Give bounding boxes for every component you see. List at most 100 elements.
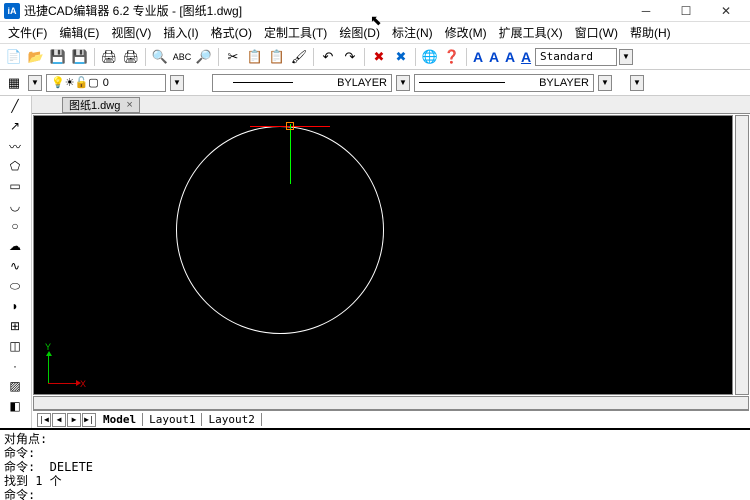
textstyle-combo[interactable]: Standard [535,48,617,66]
lineweight-label: BYLAYER [539,77,589,89]
copy-icon[interactable]: 📋 [245,47,265,67]
line-tool-icon[interactable]: ╱ [0,96,30,116]
linetype-preview [233,82,293,83]
help-icon[interactable]: ❓ [442,47,462,67]
app-icon: iA [4,3,20,19]
maximize-button[interactable]: ☐ [666,1,706,21]
tab-first-icon[interactable]: |◀ [37,413,51,427]
mouse-cursor: ⬉ [370,12,382,29]
menu-file[interactable]: 文件(F) [2,22,53,43]
preview-icon[interactable]: 🖨 [121,47,141,67]
save-icon[interactable]: 💾 [48,47,68,67]
hatch-tool-icon[interactable]: ▨ [0,376,30,396]
file-tab[interactable]: 图纸1.dwg × [62,97,140,113]
command-line[interactable]: 对角点: 命令: 命令: DELETE 找到 1 个 命令: [0,428,750,500]
cut-icon[interactable]: ✂ [223,47,243,67]
ellipse-tool-icon[interactable]: ⬭ [0,276,30,296]
crosshair-y [290,124,291,184]
tab-prev-icon[interactable]: ◀ [52,413,66,427]
tab-next-icon[interactable]: ▶ [67,413,81,427]
open-icon[interactable]: 📂 [26,47,46,67]
minimize-button[interactable]: ─ [626,1,666,21]
toolbar-layers: ▦ ▼ 💡 ☀ 🔓 ▢ 0 ▼ BYLAYER ▼ BYLAYER ▼ ▼ [0,70,750,96]
polyline-tool-icon[interactable]: 〰 [0,136,30,156]
linetype-combo[interactable]: BYLAYER [212,74,392,92]
crosshair-pickbox [286,122,294,130]
layer-combo[interactable]: 💡 ☀ 🔓 ▢ 0 [46,74,166,92]
menu-extensions[interactable]: 扩展工具(X) [493,22,569,43]
cmd-l1: 对角点: [4,432,47,446]
layerprop-icon[interactable]: ▦ [4,73,24,93]
text-a2-icon[interactable]: A [487,49,501,65]
scrollbar-horizontal[interactable] [33,396,749,410]
linetype-label: BYLAYER [337,77,387,89]
menu-dimension[interactable]: 标注(N) [386,22,439,43]
zoom-icon[interactable]: 🔍 [150,47,170,67]
menu-format[interactable]: 格式(O) [205,22,258,43]
drawn-circle [176,126,384,334]
lineweight-preview [419,82,505,83]
textstyle-dropdown-icon[interactable]: ▼ [619,49,633,65]
file-tab-close-icon[interactable]: × [126,99,132,111]
tab-layout1[interactable]: Layout1 [143,413,202,426]
layer-dropdown-icon[interactable]: ▼ [170,75,184,91]
cmd-l2: 命令: [4,446,35,460]
workarea: ╱ ↗ 〰 ⬠ ▭ ◡ ○ ☁ ∿ ⬭ ◗ ⊞ ◫ · ▨ ◧ 图纸1.dwg … [0,96,750,428]
text-a4-icon[interactable]: A [519,49,533,65]
layerprop-dropdown-icon[interactable]: ▼ [28,75,42,91]
insert-tool-icon[interactable]: ⊞ [0,316,30,336]
erase-icon[interactable]: ✖ [369,47,389,67]
plot-icon: ▢ [88,76,98,89]
menu-insert[interactable]: 插入(I) [157,22,204,43]
region-tool-icon[interactable]: ◧ [0,396,30,416]
browser-icon[interactable]: 🌐 [420,47,440,67]
matchprop-icon[interactable]: 🖌 [289,47,309,67]
print-icon[interactable]: 🖨 [99,47,119,67]
menu-modify[interactable]: 修改(M) [439,22,493,43]
undo-icon[interactable]: ↶ [318,47,338,67]
layout-tabs: |◀ ◀ ▶ ▶| Model Layout1 Layout2 [33,410,749,428]
oops-icon[interactable]: ✖ [391,47,411,67]
tab-layout2[interactable]: Layout2 [202,413,261,426]
scrollbar-vertical[interactable] [735,115,749,395]
paste-icon[interactable]: 📋 [267,47,287,67]
spline-tool-icon[interactable]: ∿ [0,256,30,276]
linetype-dropdown-icon[interactable]: ▼ [396,75,410,91]
new-icon[interactable]: 📄 [4,47,24,67]
saveall-icon[interactable]: 💾 [70,47,90,67]
menu-tools[interactable]: 定制工具(T) [258,22,333,43]
arc-tool-icon[interactable]: ◡ [0,196,30,216]
point-tool-icon[interactable]: · [0,356,30,376]
tab-model[interactable]: Model [97,413,143,426]
polygon-tool-icon[interactable]: ⬠ [0,156,30,176]
extra-dropdown-icon[interactable]: ▼ [630,75,644,91]
draw-toolbar: ╱ ↗ 〰 ⬠ ▭ ◡ ○ ☁ ∿ ⬭ ◗ ⊞ ◫ · ▨ ◧ [0,96,32,428]
circle-tool-icon[interactable]: ○ [0,216,30,236]
tab-last-icon[interactable]: ▶| [82,413,96,427]
text-a1-icon[interactable]: A [471,49,485,65]
xline-tool-icon[interactable]: ↗ [0,116,30,136]
close-button[interactable]: ✕ [706,1,746,21]
cmd-l4: 找到 1 个 [4,474,62,488]
window-title: 迅捷CAD编辑器 6.2 专业版 - [图纸1.dwg] [24,2,626,19]
menu-help[interactable]: 帮助(H) [624,22,677,43]
file-tabstrip: 图纸1.dwg × [32,96,750,114]
menu-view[interactable]: 视图(V) [105,22,157,43]
lineweight-dropdown-icon[interactable]: ▼ [598,75,612,91]
drawing-canvas[interactable]: Y X [33,115,733,395]
text-a3-icon[interactable]: A [503,49,517,65]
redo-icon[interactable]: ↷ [340,47,360,67]
canvas-wrap: 图纸1.dwg × Y X | [32,96,750,428]
menu-edit[interactable]: 编辑(E) [53,22,105,43]
earc-tool-icon[interactable]: ◗ [0,296,30,316]
block-tool-icon[interactable]: ◫ [0,336,30,356]
toolbar-standard: 📄 📂 💾 💾 🖨 🖨 🔍 ABC 🔎 ✂ 📋 📋 🖌 ↶ ↷ ✖ ✖ 🌐 ❓ … [0,44,750,70]
menu-window[interactable]: 窗口(W) [569,22,624,43]
lineweight-combo[interactable]: BYLAYER [414,74,594,92]
file-tab-label: 图纸1.dwg [69,97,120,113]
rectangle-tool-icon[interactable]: ▭ [0,176,30,196]
sun-icon: ☀ [65,76,75,89]
revcloud-tool-icon[interactable]: ☁ [0,236,30,256]
spell-icon[interactable]: ABC [172,47,192,67]
find-icon[interactable]: 🔎 [194,47,214,67]
